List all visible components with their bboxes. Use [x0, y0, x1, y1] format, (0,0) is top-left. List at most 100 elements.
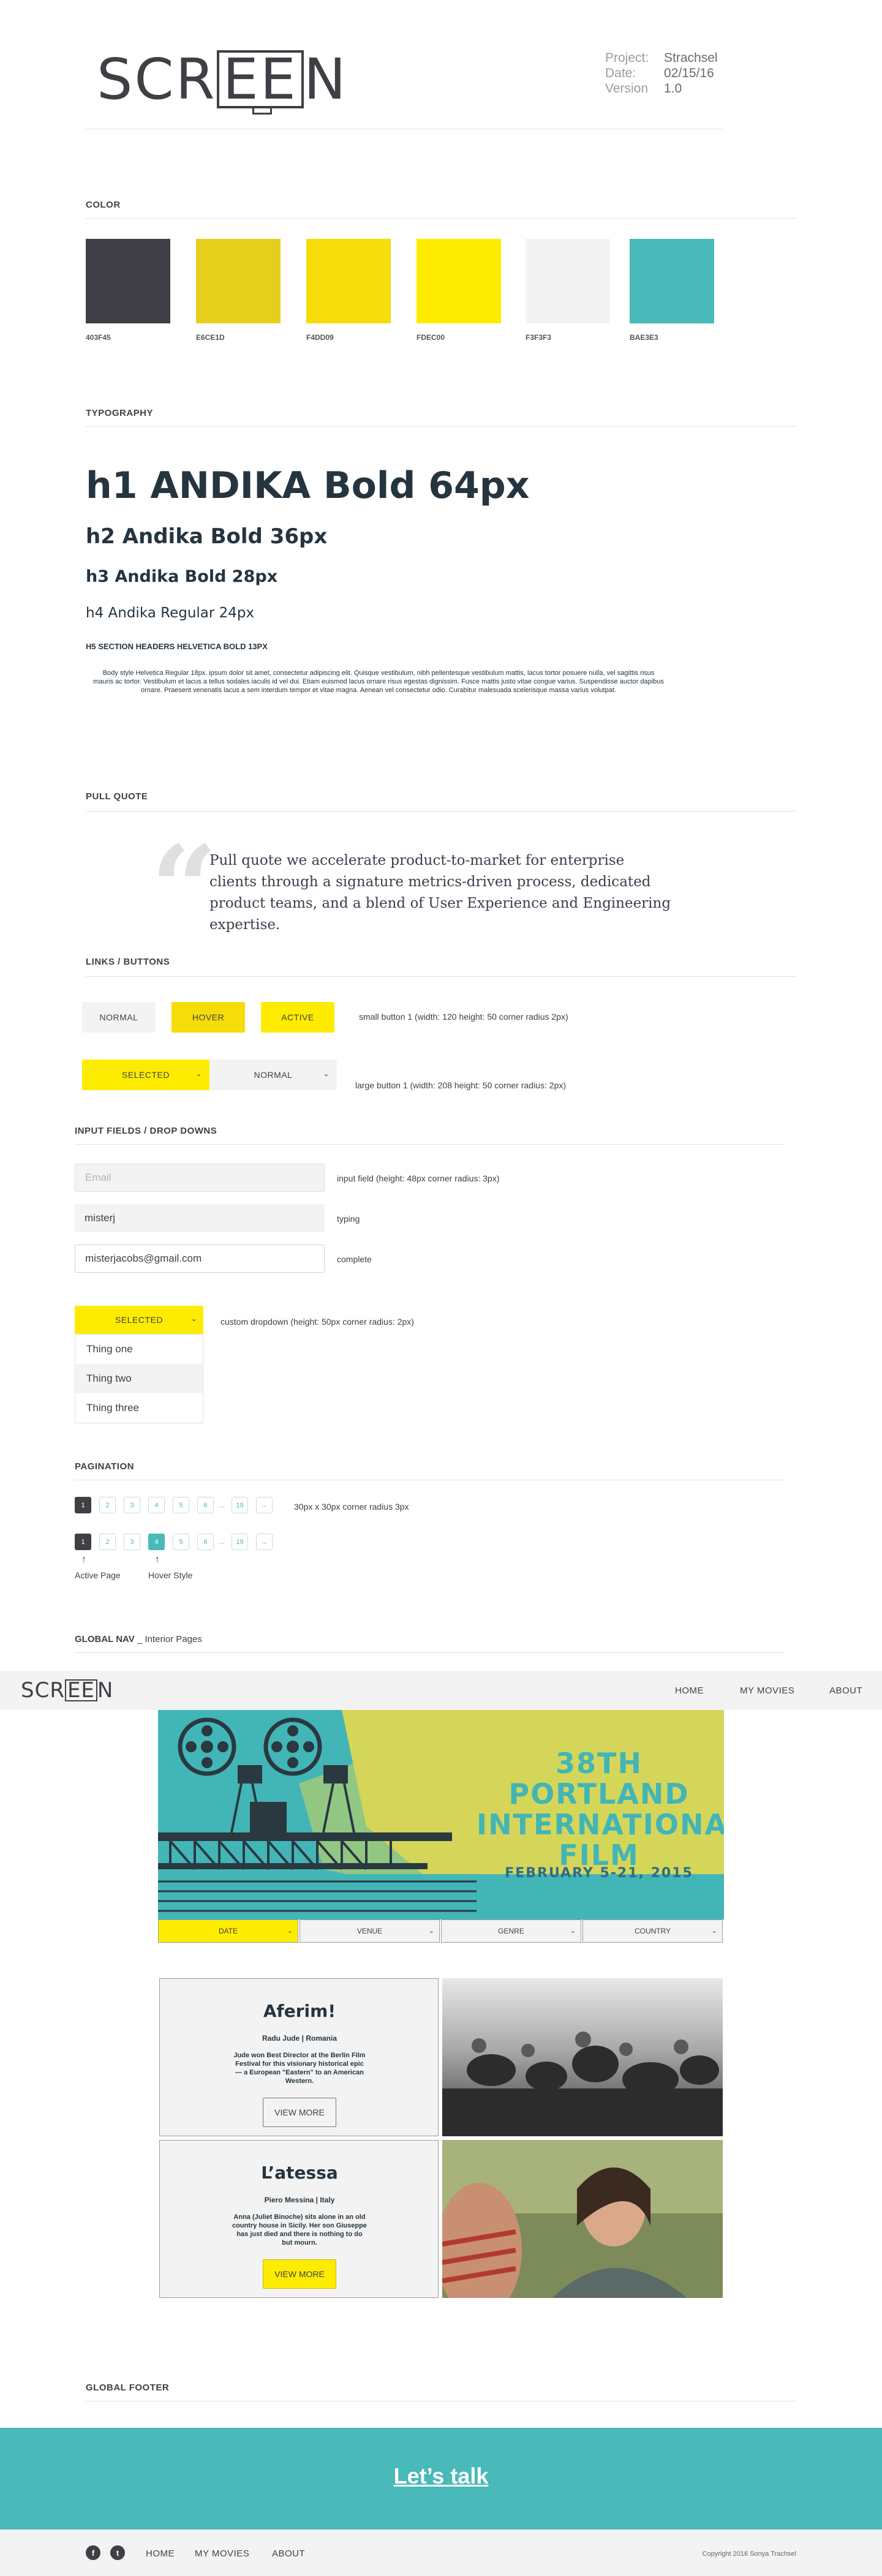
- movie-title: L’atessa: [261, 2163, 338, 2183]
- twitter-icon[interactable]: t: [110, 2545, 125, 2560]
- view-more-button[interactable]: VIEW MORE: [263, 2259, 336, 2289]
- footer-link-about[interactable]: ABOUT: [272, 2548, 305, 2559]
- h2-sample: h2 Andika Bold 36px: [86, 524, 328, 549]
- email-field-typing[interactable]: misterj: [75, 1204, 325, 1232]
- facebook-icon[interactable]: f: [86, 2545, 100, 2560]
- chevron-down-icon: ⌄: [711, 1927, 717, 1935]
- filter-country-dropdown[interactable]: COUNTRY ⌄: [582, 1919, 723, 1943]
- page-button[interactable]: 6: [197, 1534, 214, 1550]
- page-button[interactable]: 3: [124, 1497, 140, 1513]
- dropdown-selected-label: SELECTED: [115, 1315, 163, 1325]
- footer-section-title: GLOBAL FOOTER: [86, 2382, 170, 2393]
- page-button-last[interactable]: 19: [232, 1534, 248, 1550]
- inputs-divider: [75, 1144, 785, 1145]
- filter-date-label: DATE: [218, 1927, 238, 1935]
- filter-venue-dropdown[interactable]: VENUE ⌄: [300, 1919, 440, 1943]
- nav-logo-box-text: EE: [67, 1678, 95, 1703]
- color-swatch-label: BAE3E3: [630, 333, 658, 342]
- inputs-section-title: INPUT FIELDS / DROP DOWNS: [75, 1126, 217, 1136]
- nav-link-my-movies[interactable]: MY MOVIES: [740, 1685, 794, 1696]
- quote-mark-icon: “: [151, 820, 218, 957]
- page-button[interactable]: 2: [99, 1534, 116, 1550]
- page-button-last[interactable]: 19: [232, 1497, 248, 1513]
- dropdown-note: custom dropdown (height: 50px corner rad…: [221, 1317, 414, 1327]
- filter-date-dropdown[interactable]: DATE ⌄: [158, 1919, 298, 1943]
- page-button[interactable]: 6: [197, 1497, 214, 1513]
- small-button-note: small button 1 (width: 120 height: 50 co…: [359, 1012, 568, 1022]
- selected-large-button[interactable]: SELECTED ⌄: [82, 1060, 209, 1090]
- typing-note: typing: [337, 1214, 360, 1224]
- festival-title-line-1: 38TH PORTLAND: [508, 1747, 690, 1810]
- footer-link-home[interactable]: HOME: [146, 2548, 175, 2559]
- active-button[interactable]: ACTIVE: [261, 1002, 334, 1033]
- page-button[interactable]: 1: [75, 1497, 91, 1513]
- logo-text-left: SCR: [97, 47, 217, 112]
- global-nav-divider: [75, 1652, 785, 1653]
- logo-tv-box: EE: [216, 50, 304, 115]
- hover-style-label: Hover Style: [148, 1570, 193, 1580]
- page-button[interactable]: 5: [173, 1534, 189, 1550]
- next-arrow-icon[interactable]: →: [256, 1534, 273, 1550]
- color-swatch-label: E6CE1D: [196, 333, 225, 342]
- nav-logo[interactable]: SCR EE N: [21, 1678, 113, 1703]
- movie-still-aferim: [442, 1978, 723, 2136]
- next-arrow-icon[interactable]: →: [256, 1497, 273, 1513]
- view-more-button[interactable]: VIEW MORE: [263, 2098, 336, 2127]
- page-button[interactable]: 2: [99, 1497, 116, 1513]
- page-button[interactable]: 1: [75, 1534, 91, 1550]
- buttons-divider: [86, 976, 796, 977]
- h3-sample: h3 Andika Bold 28px: [86, 567, 278, 586]
- chevron-down-icon: ⌄: [323, 1069, 330, 1078]
- large-button-note: large button 1 (width: 208 height: 50 co…: [355, 1080, 566, 1090]
- normal-button[interactable]: NORMAL: [82, 1002, 156, 1033]
- color-swatch: [417, 239, 501, 323]
- nav-logo-right: N: [97, 1678, 114, 1703]
- movie-still-image[interactable]: [442, 2140, 723, 2298]
- footer-link-my-movies[interactable]: MY MOVIES: [195, 2548, 249, 2559]
- festival-title-line-2: INTERNATIONAL: [477, 1808, 724, 1841]
- color-swatch-label: F4DD09: [306, 333, 334, 342]
- hover-button[interactable]: HOVER: [172, 1002, 245, 1033]
- typography-section-title: TYPOGRAPHY: [86, 408, 154, 418]
- chevron-down-icon: ⌄: [570, 1927, 576, 1935]
- buttons-section-title: LINKS / BUTTONS: [86, 957, 170, 967]
- project-meta: Project: Strachsel Date: 02/15/16 Version 1…: [605, 50, 718, 96]
- normal-large-button[interactable]: NORMAL ⌄: [209, 1060, 337, 1090]
- dropdown-item-thing-three[interactable]: Thing three: [75, 1393, 203, 1423]
- color-section-title: COLOR: [86, 200, 121, 210]
- logo-text-box: EE: [222, 47, 298, 112]
- chevron-down-icon: ⌄: [287, 1927, 293, 1935]
- date-label: Date:: [605, 66, 636, 80]
- active-page-label: Active Page: [75, 1570, 121, 1580]
- typing-value: misterj: [85, 1212, 116, 1224]
- global-nav-section-title: GLOBAL NAV _ Interior Pages: [75, 1634, 202, 1644]
- pull-quote-text: Pull quote we accelerate product-to-mark…: [209, 853, 671, 933]
- dropdown-item-thing-one[interactable]: Thing one: [75, 1335, 203, 1364]
- date-value: 02/15/16: [664, 66, 714, 80]
- email-field-complete[interactable]: misterjacobs@gmail.com: [75, 1245, 325, 1273]
- movie-director: Radu Jude | Romania: [262, 2034, 337, 2043]
- color-swatch: [306, 239, 391, 323]
- page-button[interactable]: 5: [173, 1497, 189, 1513]
- dropdown-item-thing-two[interactable]: Thing two: [75, 1364, 203, 1393]
- page-button[interactable]: 3: [124, 1534, 140, 1550]
- dropdown-menu: Thing one Thing two Thing three: [75, 1334, 203, 1423]
- complete-note: complete: [337, 1254, 372, 1264]
- color-divider: [86, 218, 796, 219]
- normal-large-label: NORMAL: [254, 1070, 293, 1080]
- arrow-up-icon: ↑: [155, 1554, 160, 1565]
- color-swatch-label: F3F3F3: [526, 333, 552, 342]
- movie-still-image[interactable]: [442, 1978, 723, 2136]
- lets-talk-link[interactable]: Let’s talk: [0, 2463, 882, 2489]
- chevron-down-icon: ⌄: [190, 1314, 197, 1323]
- custom-dropdown[interactable]: SELECTED ⌄: [75, 1306, 203, 1334]
- page-button[interactable]: 4: [148, 1534, 165, 1550]
- page-button[interactable]: 4: [148, 1497, 165, 1513]
- filter-genre-dropdown[interactable]: GENRE ⌄: [441, 1919, 581, 1943]
- page-ellipsis: ...: [218, 1500, 225, 1509]
- nav-link-about[interactable]: ABOUT: [829, 1685, 862, 1696]
- email-field-empty[interactable]: Email: [75, 1164, 325, 1192]
- selected-large-label: SELECTED: [122, 1070, 170, 1080]
- project-value: Strachsel: [664, 51, 718, 65]
- nav-link-home[interactable]: HOME: [675, 1685, 704, 1696]
